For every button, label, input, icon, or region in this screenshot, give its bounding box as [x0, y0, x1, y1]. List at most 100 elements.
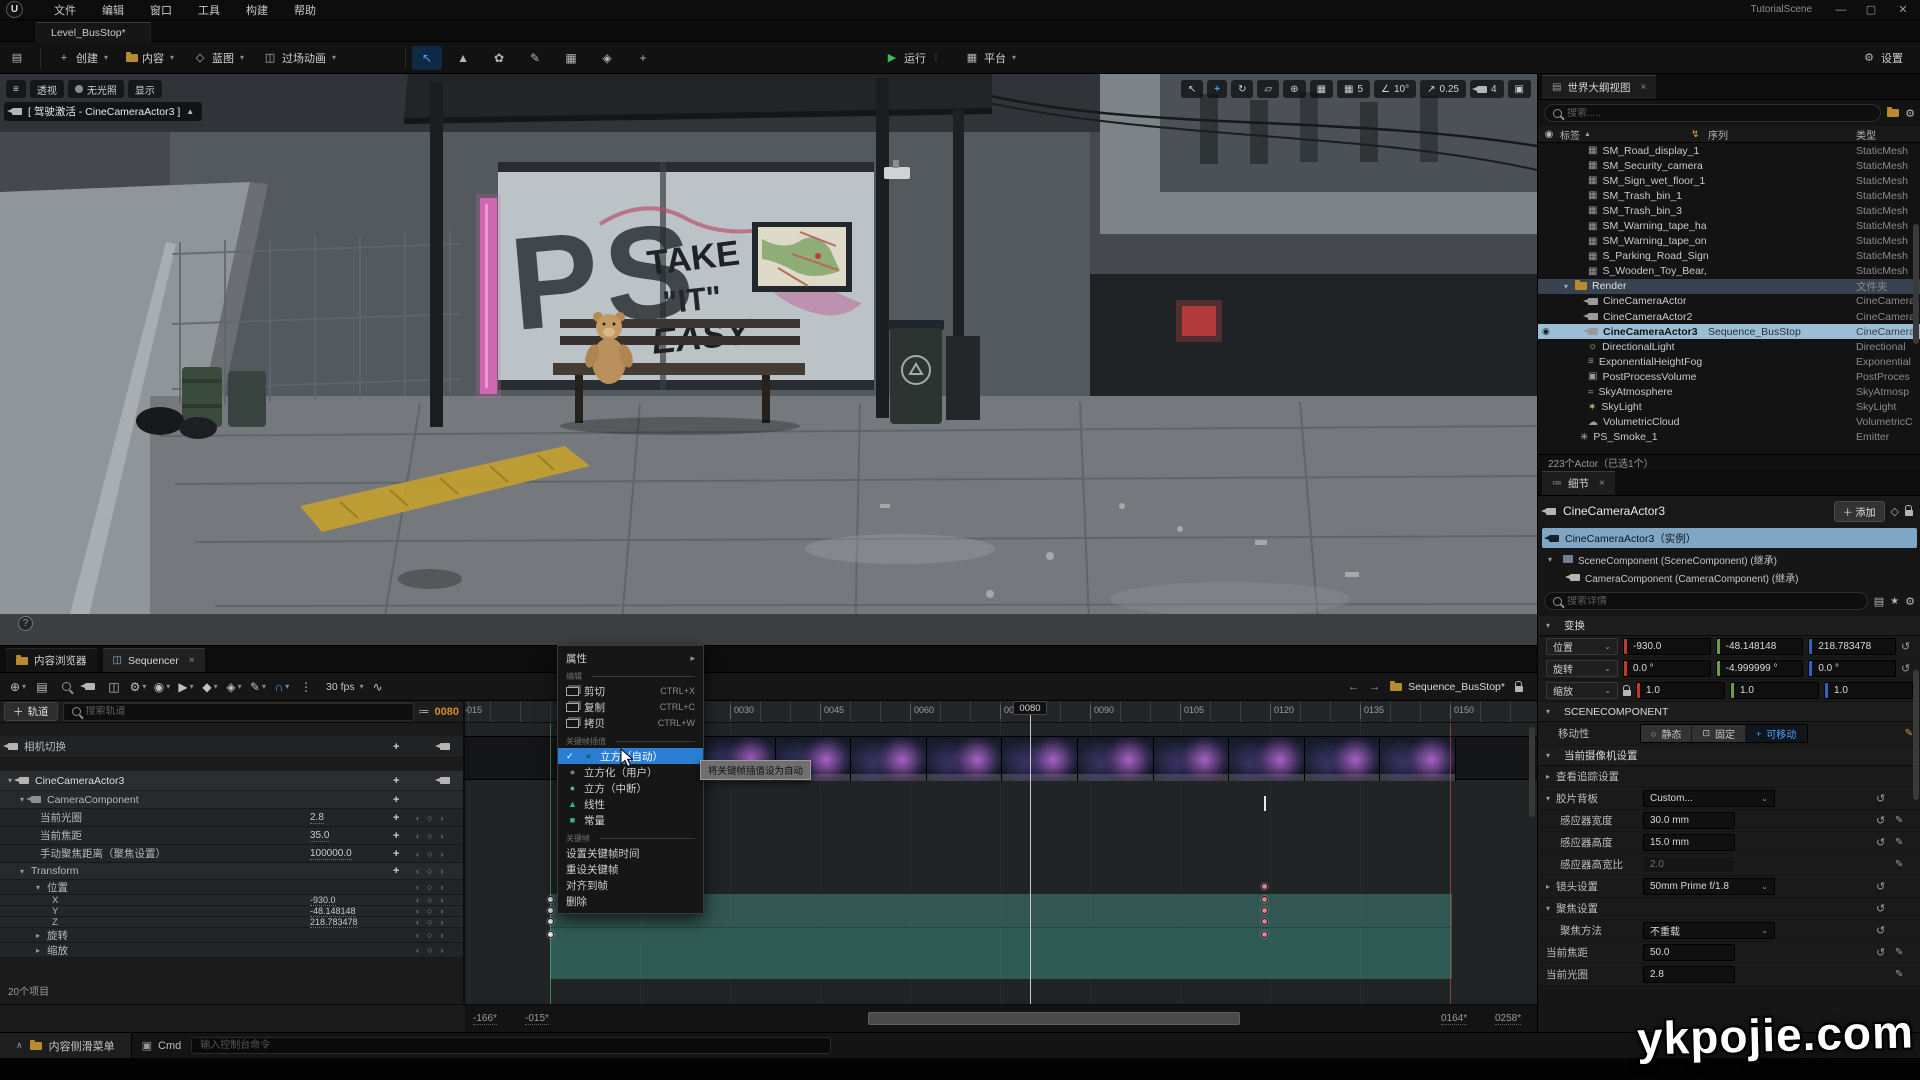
keyframe-nav-controls[interactable]: ‹○›	[416, 930, 443, 940]
outliner-tab[interactable]: ▤ 世界大纲视图 ×	[1542, 75, 1656, 99]
track-value[interactable]: 218.783478	[310, 917, 358, 928]
camera-cut-thumbnail[interactable]	[851, 737, 927, 781]
details-tab-close-icon[interactable]: ×	[1599, 478, 1605, 489]
keyframe-nav-controls[interactable]: ‹○›	[416, 831, 443, 841]
track-search-input[interactable]	[86, 706, 405, 717]
z-value-field[interactable]: 218.783478	[1808, 638, 1896, 655]
keyframe-brush-icon[interactable]: ✎	[1895, 947, 1903, 958]
add-keyframe-plus-icon[interactable]: +	[393, 775, 399, 787]
arrow-left-icon[interactable]: ←	[1348, 681, 1359, 693]
camera-setting-row[interactable]: 聚焦方法 不重载⌄ ↺ ✎	[1538, 920, 1920, 942]
camera-setting-row[interactable]: 感应器高宽比 2.0⌄ ↺ ✎	[1538, 854, 1920, 876]
context-menu-item[interactable]: ✓ ● 立方（中断） ▸	[558, 780, 703, 796]
camera-setting-row[interactable]: ▸ 镜头设置 50mm Prime f/1.8⌄ ↺ ✎	[1538, 876, 1920, 898]
outliner-row[interactable]: ◉ ▦ S_Wooden_Toy_Bear, StaticMesh	[1538, 264, 1920, 279]
y-value-field[interactable]: -48.148148	[1716, 638, 1804, 655]
sequencer-toolbar-button[interactable]: ✎▾	[246, 676, 270, 698]
unreal-logo-icon[interactable]: U	[6, 1, 23, 18]
blueprint-icon[interactable]: ◇	[1891, 505, 1899, 518]
details-search-input[interactable]	[1567, 596, 1859, 607]
outliner-scrollbar[interactable]	[1913, 224, 1919, 344]
track-row[interactable]: ▾ Transform + ‹○›	[0, 863, 463, 880]
mobility-option-button[interactable]: +可移动	[1746, 725, 1807, 742]
filter-icon[interactable]: ≔	[419, 705, 430, 718]
track-value[interactable]: 100000.0	[310, 848, 352, 860]
lightning-icon[interactable]: ↯	[1691, 129, 1699, 140]
add-keyframe-plus-icon[interactable]: +	[393, 865, 399, 877]
keyframe-brush-icon[interactable]: ✎	[1895, 859, 1903, 870]
track-row[interactable]: X -930.0 + ‹○›	[0, 895, 463, 906]
grid-snap-button[interactable]: ▦5	[1337, 80, 1370, 98]
playback-start-marker[interactable]	[550, 723, 551, 1004]
add-track-button[interactable]: ＋ 轨道	[4, 702, 58, 721]
sequencer-toolbar-button[interactable]: ▶▾	[174, 676, 198, 698]
transform-axis-dropdown[interactable]: 旋转⌄	[1546, 660, 1618, 677]
add-component-button[interactable]: ＋ 添加	[1834, 501, 1885, 522]
outliner-row[interactable]: ◉ ✶ SkyLight SkyLight	[1538, 400, 1920, 415]
rotation-snap-button[interactable]: ∠10°	[1374, 80, 1416, 98]
camera-cut-thumbnail[interactable]	[1229, 737, 1305, 781]
details-tab[interactable]: ≔ 细节 ×	[1542, 471, 1615, 495]
lock-details-icon[interactable]	[1905, 510, 1913, 516]
range-outer-start[interactable]: -166*	[473, 1013, 497, 1025]
scale-lock-icon[interactable]	[1623, 690, 1631, 696]
context-menu-item[interactable]: ✓ 关键帧插值 ▸	[558, 735, 703, 748]
select-tool-button[interactable]: ↖	[1181, 80, 1203, 98]
track-row[interactable]: 当前焦距 35.0 + ‹○›	[0, 827, 463, 845]
scene-component-row[interactable]: ▾SceneComponent (SceneComponent) (继承)	[1538, 550, 1920, 568]
keyframe-nav-controls[interactable]: ‹○›	[416, 906, 443, 916]
camera-setting-row[interactable]: 感应器高度 15.0 mm⌄ ↺ ✎	[1538, 832, 1920, 854]
gear-icon[interactable]: ⚙	[1905, 595, 1915, 608]
camera-cut-thumbnail[interactable]	[927, 737, 1003, 781]
context-menu-item[interactable]: ✓ 关键帧 ▸	[558, 832, 703, 845]
camera-speed-button[interactable]: 4	[1470, 80, 1504, 98]
reset-icon[interactable]: ↺	[1876, 836, 1885, 849]
context-menu-item[interactable]: ✓ 复制 CTRL+C ▸	[558, 699, 703, 715]
context-menu-item[interactable]: ✓ ■ 常量 ▸	[558, 812, 703, 828]
keyframe-dot[interactable]	[547, 896, 554, 903]
keyframe-dot[interactable]	[547, 931, 554, 938]
scale-snap-button[interactable]: ↗0.25	[1420, 80, 1466, 98]
reset-icon[interactable]: ↺	[1876, 924, 1885, 937]
visible-eye-icon[interactable]: ◉	[1542, 326, 1550, 337]
sequencer-toolbar-button[interactable]: ◫▾	[102, 676, 126, 698]
sequencer-tab-close-icon[interactable]: ×	[189, 655, 195, 666]
eye-icon[interactable]: ◉	[1538, 129, 1560, 140]
help-icon[interactable]: ?	[18, 616, 33, 631]
outliner-row[interactable]: ◉ CineCameraActor CineCamera	[1538, 294, 1920, 309]
track-row[interactable]: Z 218.783478 + ‹○›	[0, 917, 463, 928]
context-menu-item[interactable]: ✓ 重设关键帧 ▸	[558, 861, 703, 877]
world-coords-button[interactable]: ⊕	[1283, 80, 1305, 98]
transform-axis-dropdown[interactable]: 缩放⌄	[1546, 682, 1618, 699]
maximize-viewport-button[interactable]: ▣	[1508, 80, 1531, 98]
sequencer-toolbar-button[interactable]: ⊕▾	[6, 676, 30, 698]
mobility-option-button[interactable]: ⊡固定	[1692, 725, 1746, 742]
outliner-search-input[interactable]	[1567, 108, 1872, 119]
track-row[interactable]: 当前光圈 2.8 + ‹○›	[0, 809, 463, 827]
playback-end-marker[interactable]	[1450, 723, 1451, 1004]
grid-view-icon[interactable]: ▤	[1874, 595, 1884, 608]
context-menu-item[interactable]: ✓ 属性 ▸	[558, 650, 703, 666]
rotate-tool-button[interactable]: ↻	[1231, 80, 1253, 98]
camera-settings-section-header[interactable]: ▾当前摄像机设置	[1538, 746, 1920, 766]
context-menu-item[interactable]: ✓ 设置关键帧时间 ▸	[558, 845, 703, 861]
brush-icon[interactable]: ✎	[1905, 728, 1913, 739]
mobility-option-button[interactable]: ○静态	[1641, 725, 1692, 742]
content-drawer-button[interactable]: ∧ 内容侧滑菜单	[0, 1033, 132, 1058]
camera-setting-row[interactable]: 当前焦距 50.0⌄ ↺ ✎	[1538, 942, 1920, 964]
menu-item[interactable]: 文件	[41, 0, 89, 19]
track-value[interactable]: 2.8	[310, 812, 324, 824]
transform-axis-dropdown[interactable]: 位置⌄	[1546, 638, 1618, 655]
editor-mode-button[interactable]: ▲	[448, 46, 478, 70]
sequencer-toolbar-button[interactable]: ▤▾	[30, 676, 54, 698]
outliner-tab-close-icon[interactable]: ×	[1640, 82, 1646, 93]
keyframe-dot[interactable]	[1261, 896, 1268, 903]
play-button[interactable]: ▶运行⋮	[875, 46, 949, 70]
viewport[interactable]: PS TAKE "IT" EASY	[0, 74, 1537, 645]
track-value[interactable]: 35.0	[310, 830, 329, 842]
keyframe-nav-controls[interactable]: ‹○›	[416, 882, 443, 892]
outliner-row[interactable]: ◉ ▾ Render 文件夹	[1538, 279, 1920, 294]
outliner-row[interactable]: ◉ CineCameraActor3 Sequence_BusStop Cine…	[1538, 324, 1920, 339]
keyframe-dot[interactable]	[1261, 931, 1268, 938]
outliner-row[interactable]: ◉ ▦ SM_Sign_wet_floor_1 StaticMesh	[1538, 173, 1920, 188]
